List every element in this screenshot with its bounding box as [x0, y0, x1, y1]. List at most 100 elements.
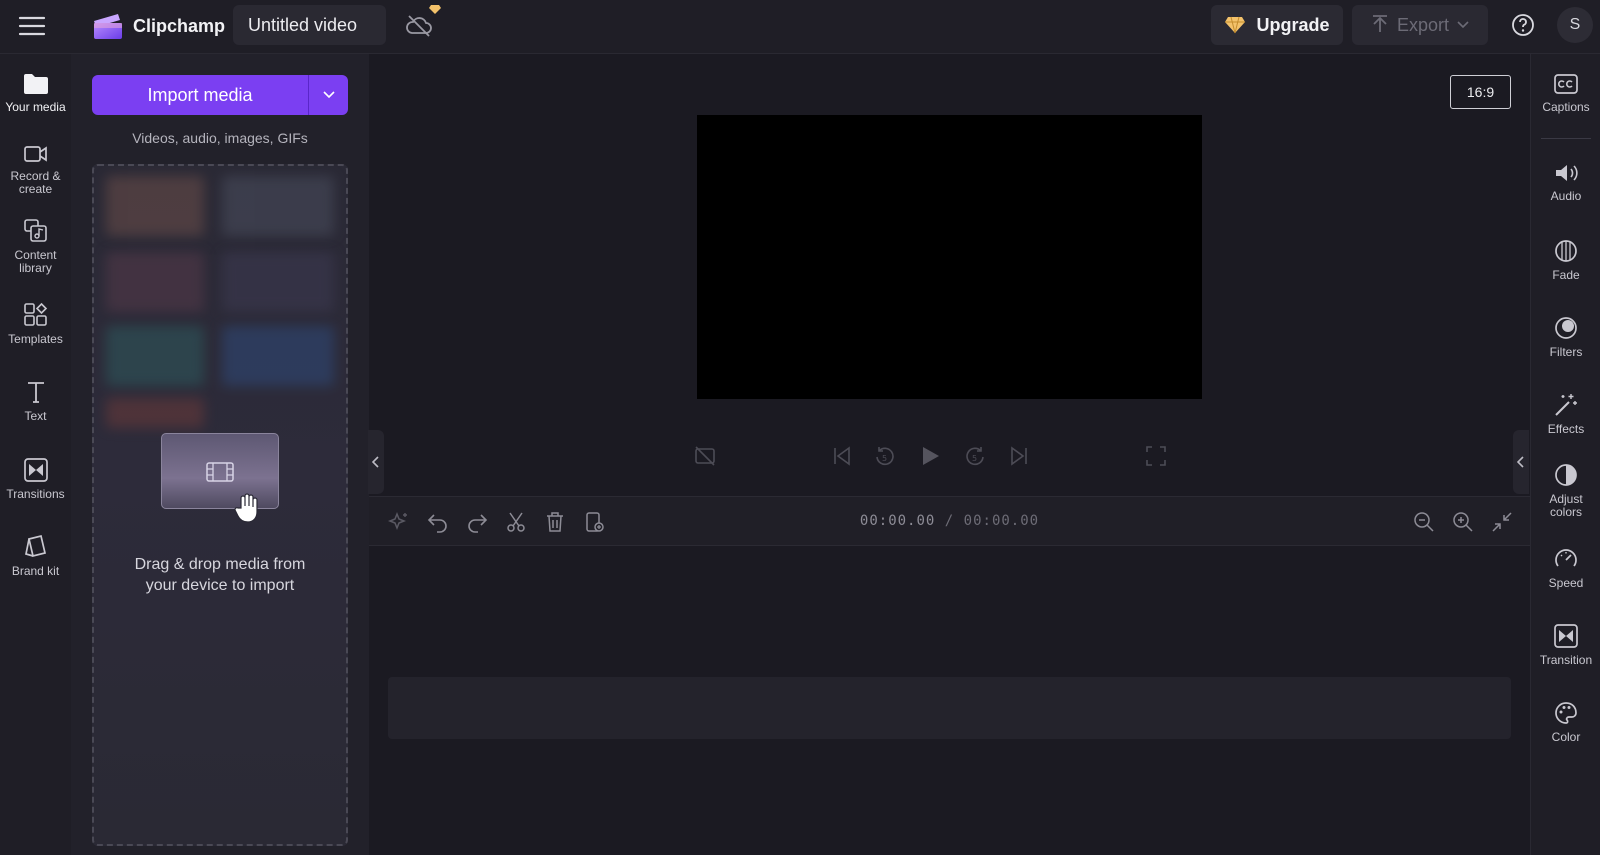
- panel-item-color[interactable]: Color: [1531, 700, 1600, 744]
- current-time: 00:00.00: [859, 513, 936, 529]
- brand-name: Clipchamp: [133, 15, 226, 36]
- sidebar-item-brand-kit[interactable]: Brand kit: [0, 534, 71, 578]
- fade-icon: [1553, 238, 1579, 264]
- cloud-sync-off-icon[interactable]: [404, 12, 434, 40]
- chevron-left-icon: [1517, 456, 1525, 468]
- blurred-thumbnail: [106, 176, 204, 236]
- panel-item-speed[interactable]: Speed: [1531, 546, 1600, 590]
- video-canvas[interactable]: [697, 115, 1202, 399]
- text-icon: [23, 379, 49, 405]
- timeline: 00:00.00 / 00:00.00: [369, 496, 1530, 855]
- panel-item-label: Captions: [1542, 100, 1590, 114]
- sidebar-item-label: library: [19, 261, 52, 275]
- panel-item-filters[interactable]: Filters: [1531, 315, 1600, 359]
- left-sidebar: Your media Record & create Content libra…: [0, 54, 71, 855]
- sidebar-item-your-media[interactable]: Your media: [0, 72, 71, 114]
- brand: Clipchamp: [92, 10, 225, 42]
- video-title-input[interactable]: Untitled video: [233, 5, 386, 45]
- rewind-5s-icon[interactable]: 5: [873, 444, 897, 468]
- panel-item-fade[interactable]: Fade: [1531, 238, 1600, 282]
- transitions-icon: [23, 457, 49, 483]
- svg-text:5: 5: [972, 454, 977, 463]
- panel-item-audio[interactable]: Audio: [1531, 161, 1600, 203]
- timecode: 00:00.00 / 00:00.00: [369, 513, 1530, 529]
- sidebar-item-label: Brand kit: [11, 564, 60, 578]
- hamburger-menu-icon[interactable]: [18, 14, 46, 38]
- preview-area: 16:9 5 5: [369, 54, 1530, 496]
- blurred-thumbnail: [222, 252, 334, 312]
- zoom-out-icon[interactable]: [1412, 510, 1436, 534]
- sidebar-item-label: Your media: [5, 100, 66, 114]
- panel-item-label: Transition: [1539, 653, 1593, 667]
- panel-item-label: Effects: [1547, 422, 1585, 436]
- blurred-thumbnail: [222, 326, 334, 386]
- speedometer-icon: [1553, 546, 1579, 572]
- timeline-track[interactable]: [388, 677, 1511, 739]
- import-media-button-group: Import media: [92, 75, 348, 115]
- drop-text-line: your device to import: [145, 577, 295, 594]
- svg-text:5: 5: [882, 454, 887, 463]
- brand-kit-icon: [23, 534, 49, 560]
- divider: [1541, 138, 1591, 139]
- premium-gem-icon: [429, 4, 441, 15]
- zoom-in-icon[interactable]: [1451, 510, 1475, 534]
- play-icon[interactable]: [918, 444, 942, 468]
- panel-item-captions[interactable]: Captions: [1531, 72, 1600, 114]
- forward-5s-icon[interactable]: 5: [963, 444, 987, 468]
- sidebar-item-text[interactable]: Text: [0, 379, 71, 423]
- hide-captions-icon[interactable]: [693, 444, 717, 468]
- sidebar-item-templates[interactable]: Templates: [0, 302, 71, 346]
- drop-instructions: Drag & drop media from your device to im…: [94, 554, 346, 596]
- collapse-media-panel-button[interactable]: [368, 430, 384, 494]
- upload-icon: [1371, 15, 1389, 35]
- film-icon: [205, 461, 235, 483]
- filters-icon: [1553, 315, 1579, 341]
- aspect-ratio-button[interactable]: 16:9: [1450, 75, 1511, 109]
- skip-back-icon[interactable]: [830, 444, 854, 468]
- fit-timeline-icon[interactable]: [1490, 510, 1514, 534]
- speaker-icon: [1553, 161, 1579, 185]
- drop-zone[interactable]: Drag & drop media from your device to im…: [92, 164, 348, 846]
- chevron-down-icon: [1457, 21, 1469, 29]
- media-card: [161, 433, 279, 523]
- export-button[interactable]: Export: [1352, 5, 1488, 45]
- sidebar-item-transitions[interactable]: Transitions: [0, 457, 71, 501]
- media-panel: Import media Videos, audio, images, GIFs…: [71, 54, 369, 855]
- transition-icon: [1553, 623, 1579, 649]
- right-properties-panel: Captions Audio Fade Filters Effects Adju…: [1530, 54, 1600, 855]
- upgrade-button[interactable]: Upgrade: [1211, 5, 1343, 45]
- sidebar-item-content-library[interactable]: Content library: [0, 218, 71, 275]
- panel-item-label: Fade: [1552, 268, 1580, 282]
- time-separator: /: [944, 513, 955, 529]
- sidebar-item-label: Templates: [8, 332, 63, 346]
- sidebar-item-record-create[interactable]: Record & create: [0, 143, 71, 196]
- upgrade-label: Upgrade: [1256, 14, 1330, 35]
- help-icon[interactable]: [1509, 11, 1537, 39]
- panel-item-transition[interactable]: Transition: [1531, 623, 1600, 667]
- captions-icon: [1553, 72, 1579, 96]
- panel-item-label: Color: [1551, 730, 1581, 744]
- panel-item-adjust-colors[interactable]: Adjust colors: [1531, 462, 1600, 519]
- import-options-chevron-down-icon[interactable]: [309, 75, 348, 115]
- timeline-toolbar: 00:00.00 / 00:00.00: [369, 496, 1530, 546]
- magic-wand-icon: [1553, 392, 1579, 418]
- sidebar-item-label: Transitions: [6, 487, 65, 501]
- skip-forward-icon[interactable]: [1007, 444, 1031, 468]
- panel-item-label: Speed: [1548, 576, 1584, 590]
- avatar[interactable]: S: [1557, 7, 1593, 43]
- blurred-thumbnail: [106, 326, 204, 386]
- sidebar-item-label: Text: [24, 409, 47, 423]
- blurred-thumbnail: [106, 398, 204, 428]
- fullscreen-icon[interactable]: [1144, 444, 1168, 468]
- contrast-icon: [1553, 462, 1579, 488]
- sidebar-item-label: create: [18, 182, 53, 196]
- total-time: 00:00.00: [963, 513, 1040, 529]
- import-media-button[interactable]: Import media: [92, 75, 308, 115]
- import-hint: Videos, audio, images, GIFs: [132, 130, 308, 146]
- palette-icon: [1553, 700, 1579, 726]
- diamond-icon: [1224, 15, 1246, 35]
- panel-item-effects[interactable]: Effects: [1531, 392, 1600, 436]
- panel-item-label: Audio: [1550, 189, 1582, 203]
- collapse-properties-panel-button[interactable]: [1513, 430, 1529, 494]
- export-label: Export: [1396, 14, 1450, 35]
